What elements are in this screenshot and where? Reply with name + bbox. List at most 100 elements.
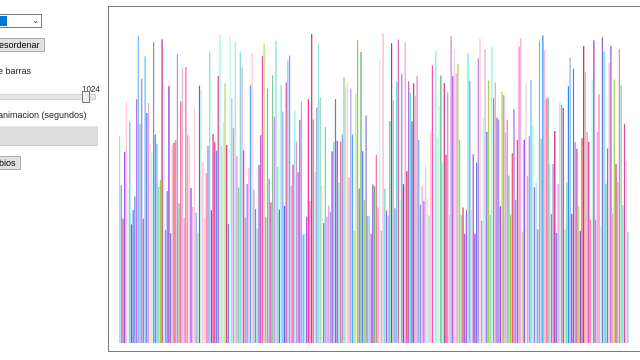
bar (192, 206, 194, 343)
bar (129, 121, 131, 343)
bar (171, 145, 173, 343)
bar (367, 216, 369, 343)
bar (139, 124, 141, 344)
bar (372, 184, 374, 343)
bar (428, 215, 430, 343)
bar (234, 41, 236, 343)
algorithm-select[interactable]: ⌄ (0, 14, 42, 28)
bar (574, 142, 576, 343)
bar (326, 216, 328, 343)
bar (151, 151, 153, 343)
bar (442, 163, 444, 343)
bar (433, 133, 435, 343)
bar (238, 187, 240, 343)
bar (289, 55, 291, 343)
bar (402, 184, 405, 343)
bar (382, 33, 384, 343)
shuffle-button[interactable]: esordenar (0, 38, 45, 52)
bar (453, 49, 456, 343)
bar (583, 46, 585, 343)
bar (457, 64, 459, 344)
bar (561, 104, 563, 343)
bar (494, 82, 496, 344)
bar (528, 136, 530, 343)
bar (504, 132, 507, 343)
bar (323, 223, 325, 343)
bar (333, 141, 335, 343)
bar (314, 172, 316, 343)
bar (119, 135, 121, 343)
bar (260, 135, 262, 343)
algorithm-select-value (0, 16, 7, 26)
bar (210, 210, 212, 343)
bar (307, 99, 309, 343)
bar (537, 229, 539, 343)
bar (491, 47, 493, 344)
bar (156, 143, 158, 343)
chevron-down-icon: ⌄ (32, 16, 39, 25)
bar (479, 38, 481, 344)
bar (404, 43, 406, 343)
bar (600, 225, 602, 343)
bar (425, 166, 427, 343)
bar (300, 101, 303, 343)
bar (406, 171, 408, 343)
slider-thumb[interactable] (81, 91, 90, 103)
bar (299, 119, 301, 344)
bar (188, 136, 190, 343)
bar (134, 196, 136, 343)
bar (377, 207, 379, 343)
bar (180, 101, 182, 343)
bar (450, 36, 452, 343)
bar (258, 164, 260, 343)
swaps-button[interactable]: bios (0, 156, 21, 170)
bar (355, 93, 357, 343)
bar (166, 191, 168, 343)
bar (385, 210, 388, 343)
bar (363, 200, 365, 343)
bar (482, 117, 484, 343)
bar (374, 186, 376, 343)
bar (270, 202, 272, 343)
bar (124, 151, 126, 343)
bar (391, 43, 393, 343)
bar (346, 81, 348, 343)
bar (518, 46, 520, 343)
bar (309, 200, 311, 343)
bar (426, 198, 428, 343)
bar (608, 63, 610, 343)
bar (304, 233, 306, 343)
bar (231, 98, 233, 343)
bar (272, 75, 274, 343)
bar (173, 142, 175, 343)
bar (557, 184, 559, 343)
bar (464, 233, 466, 343)
bar (487, 80, 490, 344)
bar (525, 82, 527, 343)
bar (384, 188, 386, 343)
bar (474, 233, 476, 343)
bar (285, 82, 287, 343)
bar (413, 83, 415, 343)
bar (178, 203, 180, 343)
bar (581, 138, 583, 343)
bar (379, 59, 381, 343)
bar (618, 49, 620, 343)
bar (328, 205, 330, 343)
bar (248, 167, 250, 343)
bar (295, 141, 297, 343)
bar (343, 77, 345, 343)
bar (387, 215, 389, 343)
bar (283, 205, 286, 343)
bar (542, 35, 544, 343)
bar (530, 79, 532, 343)
bar (605, 183, 607, 343)
bar (510, 214, 512, 343)
bar (375, 154, 377, 343)
bar (445, 154, 447, 343)
bar (253, 189, 255, 343)
bar (620, 84, 622, 343)
bar (520, 38, 522, 344)
bar (547, 97, 549, 343)
bar (358, 188, 360, 343)
